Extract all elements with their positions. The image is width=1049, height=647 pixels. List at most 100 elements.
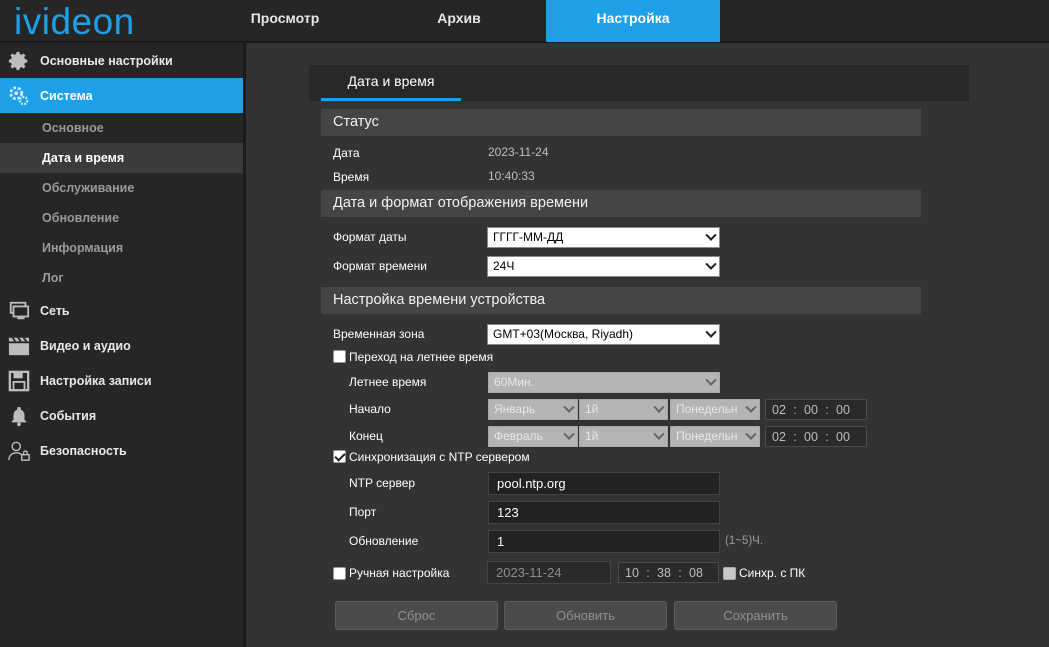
gear-icon [8,51,28,71]
sidebar-sub-maintenance[interactable]: Обслуживание [0,173,243,203]
sidebar-sub-update[interactable]: Обновление [0,203,243,233]
dst-checkbox[interactable] [333,350,346,363]
start-label: Начало [349,402,391,416]
sidebar-item-recording[interactable]: Настройка записи [0,363,243,398]
network-icon [9,301,30,320]
manual-time-input[interactable]: 10 : 38 : 08 [618,562,719,583]
end-day-value: Понедельн [676,429,738,443]
port-input[interactable]: 123 [488,501,720,524]
sidebar-item-label: Безопасность [40,443,127,458]
sidebar-item-label: События [40,408,97,423]
sidebar-item-system[interactable]: Система [0,78,243,113]
chevron-down-icon [745,401,757,413]
timezone-value: GMT+03(Москва, Riyadh) [493,327,633,341]
start-month-value: Январь [494,402,536,416]
sidebar-sub-information[interactable]: Информация [0,233,243,263]
bell-icon [11,406,27,427]
end-minute[interactable]: 00 [798,430,824,444]
manual-label: Ручная настройка [349,566,450,580]
sync-pc-checkbox[interactable] [723,567,736,580]
top-bar: ivideon Просмотр Архив Настройка [0,0,1049,43]
start-second[interactable]: 00 [830,403,856,417]
time-format-label: Формат времени [333,259,427,273]
chevron-down-icon [745,428,757,440]
time-format-value: 24Ч [493,259,515,273]
ivideon-logo[interactable]: ivideon [14,2,135,42]
ntp-server-label: NTP сервер [349,476,416,490]
chevron-down-icon [705,374,717,386]
refresh-button[interactable]: Обновить [504,601,667,630]
start-month-select[interactable]: Январь [488,399,578,420]
chevron-down-icon [563,428,575,440]
start-minute[interactable]: 00 [798,403,824,417]
save-button[interactable]: Сохранить [674,601,837,630]
sidebar-sub-basic[interactable]: Основное [0,113,243,143]
start-week-select[interactable]: 1й [579,399,668,420]
chevron-down-icon [705,326,717,338]
chevron-down-icon [705,258,717,270]
summer-time-value: 60Мин. [494,375,535,389]
date-format-select[interactable]: ГГГГ-ММ-ДД [487,227,720,248]
update-hint: (1~5)Ч. [725,535,764,547]
section-status-header: Статус [321,109,921,136]
sidebar-item-label: Система [40,88,93,103]
chevron-down-icon [653,428,665,440]
sidebar-sub-date-time[interactable]: Дата и время [0,143,243,173]
end-week-value: 1й [585,429,599,443]
end-day-select[interactable]: Понедельн [670,426,760,447]
sidebar-item-network[interactable]: Сеть [0,293,243,328]
summer-time-label: Летнее время [349,375,427,389]
sidebar-item-events[interactable]: События [0,398,243,433]
date-format-label: Формат даты [333,230,407,244]
manual-date-input[interactable]: 2023-11-24 [487,561,611,584]
sidebar: Основные настройки Система Основное Дата… [0,43,246,647]
timezone-label: Временная зона [333,327,425,341]
manual-hour[interactable]: 10 [619,566,645,580]
time-format-select[interactable]: 24Ч [487,256,720,277]
tab-date-time[interactable]: Дата и время [321,65,461,101]
sidebar-item-label: Основные настройки [40,53,173,68]
start-day-select[interactable]: Понедельн [670,399,760,420]
user-lock-icon [8,441,30,461]
sync-pc-label: Синхр. с ПК [739,566,806,580]
summer-time-select[interactable]: 60Мин. [488,372,720,393]
sidebar-item-video-audio[interactable]: Видео и аудио [0,328,243,363]
floppy-icon [8,370,30,392]
end-month-select[interactable]: Февраль [488,426,578,447]
content-tab-bar: Дата и время [309,65,969,101]
chevron-down-icon [563,401,575,413]
timezone-select[interactable]: GMT+03(Москва, Riyadh) [487,324,720,345]
sidebar-item-security[interactable]: Безопасность [0,433,243,468]
end-hour[interactable]: 02 [766,430,792,444]
sidebar-sub-log[interactable]: Лог [0,263,243,293]
ntp-server-input[interactable]: pool.ntp.org [488,472,720,495]
date-format-value: ГГГГ-ММ-ДД [493,230,564,244]
sidebar-item-label: Видео и аудио [40,338,131,353]
update-label: Обновление [349,534,419,548]
update-interval-input[interactable]: 1 [488,530,720,553]
clapperboard-icon [8,337,30,356]
end-second[interactable]: 00 [830,430,856,444]
tab-archive[interactable]: Архив [372,0,546,42]
section-device-time-header: Настройка времени устройства [321,287,921,314]
start-hour[interactable]: 02 [766,403,792,417]
manual-minute[interactable]: 38 [651,566,677,580]
manual-checkbox[interactable] [333,567,346,580]
start-day-value: Понедельн [676,402,738,416]
sidebar-item-basic-settings[interactable]: Основные настройки [0,43,243,78]
ntp-checkbox[interactable] [333,450,346,463]
end-time-input[interactable]: 02 : 00 : 00 [765,426,867,447]
ntp-label: Синхронизация с NTP сервером [349,450,530,464]
port-label: Порт [349,505,377,519]
date-label: Дата [333,146,360,160]
time-value: 10:40:33 [488,169,535,183]
reset-button[interactable]: Сброс [335,601,498,630]
tab-view[interactable]: Просмотр [198,0,372,42]
end-week-select[interactable]: 1й [579,426,668,447]
sidebar-item-label: Сеть [40,303,70,318]
tab-settings[interactable]: Настройка [546,0,720,42]
manual-second[interactable]: 08 [683,566,709,580]
chevron-down-icon [653,401,665,413]
dst-label: Переход на летнее время [349,350,494,364]
start-time-input[interactable]: 02 : 00 : 00 [765,399,867,420]
